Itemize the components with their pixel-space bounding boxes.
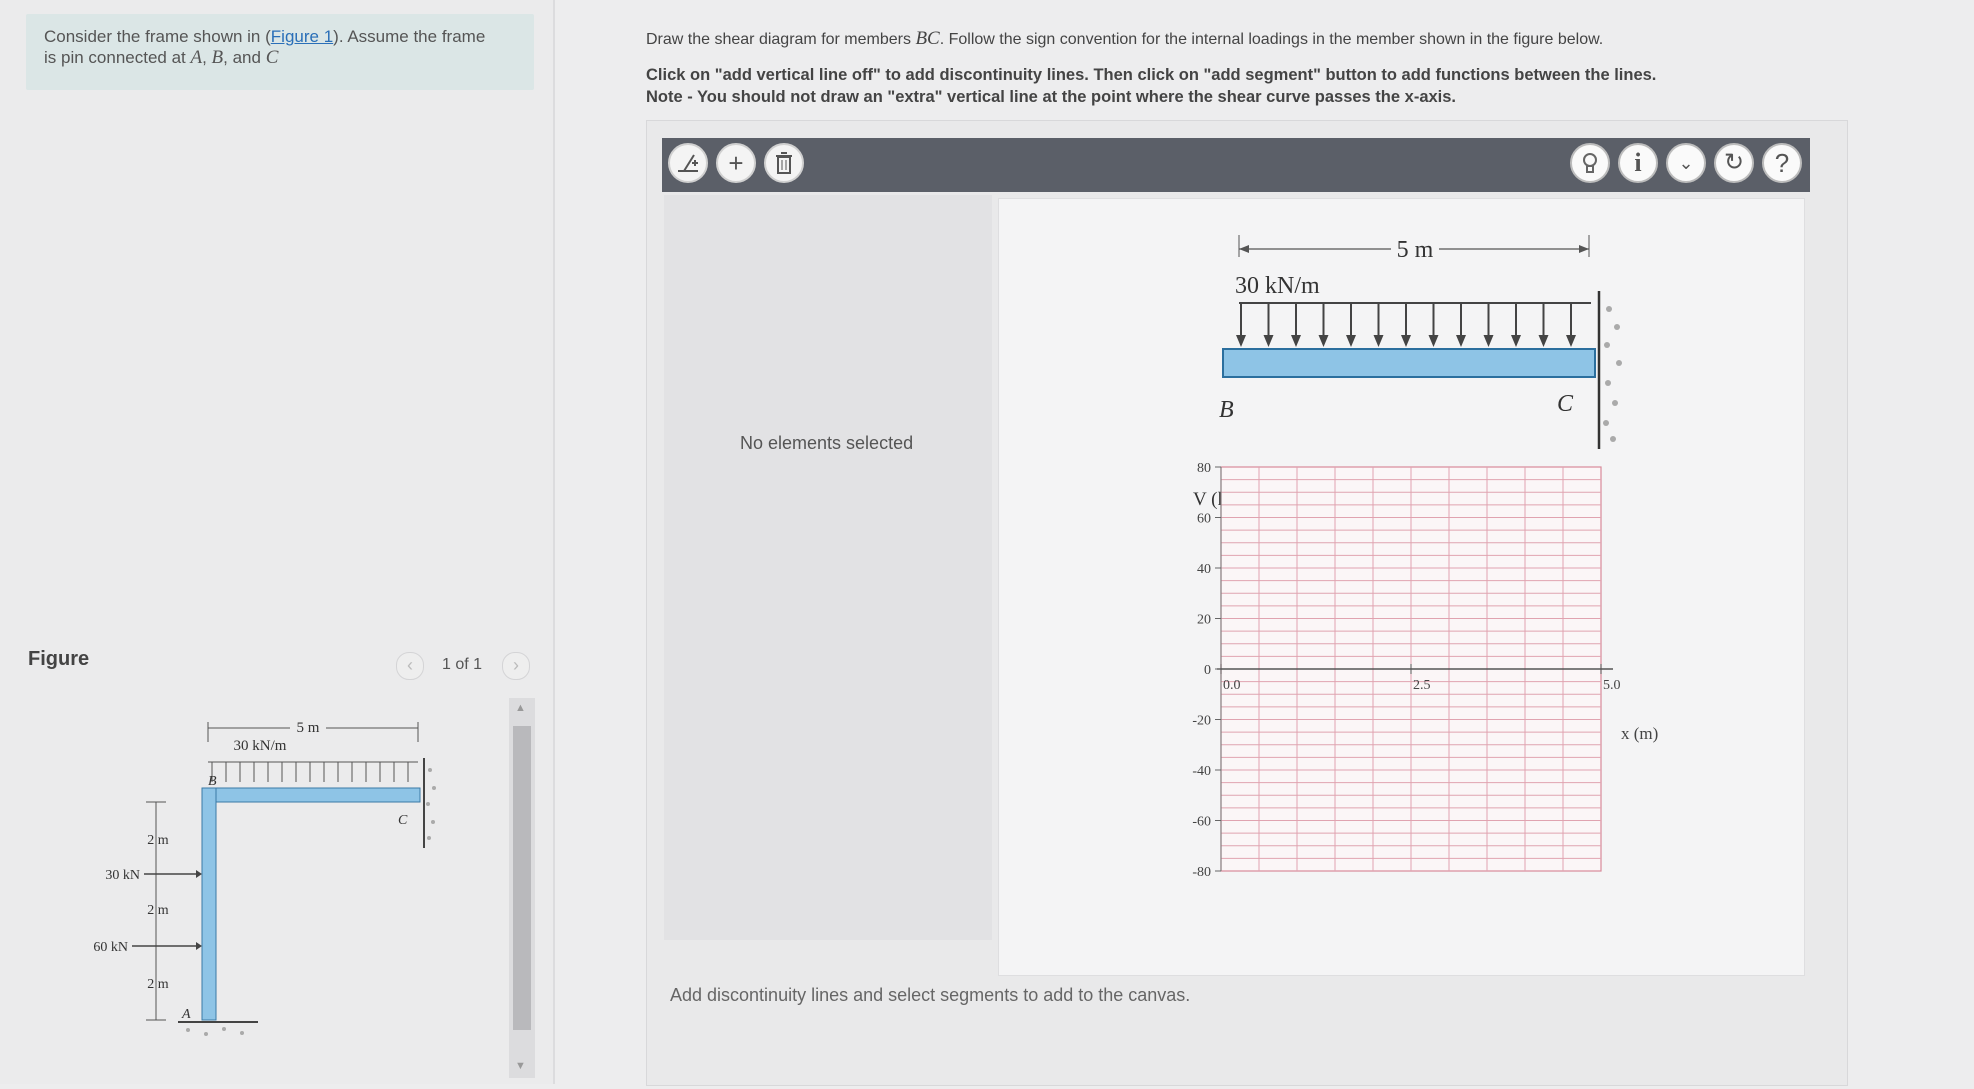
- y-tick-label: -60: [1192, 815, 1211, 830]
- load-arrow: [1511, 303, 1521, 347]
- drawing-canvas[interactable]: 5 m 30 kN/m B C V (kN) x (m) 80 60 40 20 0 -2…: [998, 198, 1805, 976]
- x-tick-label: 5.0: [1603, 678, 1621, 693]
- beam-load-arrows: [1236, 303, 1576, 347]
- load-arrow: [1483, 303, 1494, 347]
- y-tick-label: 60: [1197, 512, 1211, 527]
- load-arrow: [1291, 303, 1301, 347]
- chevron-left-icon[interactable]: ‹: [396, 652, 424, 680]
- figure-seg3: 2 m: [147, 977, 169, 992]
- instruction-line-3: Note - You should not draw an "extra" ve…: [646, 88, 1457, 106]
- problem-text-prefix: Consider the frame shown in (: [44, 27, 271, 46]
- scroll-thumb[interactable]: [513, 726, 531, 1030]
- y-tick-label: 20: [1197, 613, 1211, 628]
- load-arrow: [1428, 303, 1439, 347]
- figure-node-b: B: [208, 774, 217, 789]
- load-arrow: [1346, 303, 1356, 347]
- problem-text-suffix-a: ). Assume the frame: [333, 27, 486, 46]
- y-tick-label: -40: [1192, 764, 1211, 779]
- tool-toolbar: + i ⌄ ↻ ?: [662, 138, 1810, 192]
- figure-node-c: C: [398, 813, 408, 828]
- pin-b-label: B: [211, 47, 224, 68]
- y-tick-label: -80: [1192, 865, 1211, 880]
- load-arrow: [1373, 303, 1384, 347]
- problem-panel: Consider the frame shown in (Figure 1). …: [0, 0, 555, 1084]
- y-tick-label: -20: [1192, 714, 1211, 729]
- figure-seg2: 2 m: [147, 903, 169, 918]
- delete-icon[interactable]: [764, 143, 804, 183]
- hint-lightbulb-icon[interactable]: [1570, 143, 1610, 183]
- chevron-right-icon[interactable]: ›: [502, 652, 530, 680]
- problem-text-suffix-b: is pin connected at: [44, 48, 191, 67]
- load-arrow: [1538, 303, 1549, 347]
- add-vertical-line-icon[interactable]: [668, 143, 708, 183]
- figure-force1: 30 kN: [105, 868, 140, 883]
- y-tick-label: 80: [1197, 461, 1211, 476]
- figure-seg1: 2 m: [147, 833, 169, 848]
- figure-link[interactable]: Figure 1: [271, 27, 333, 46]
- load-arrow: [1566, 303, 1576, 347]
- x-tick-label: 0.0: [1223, 678, 1241, 693]
- beam-span-label: 5 m: [1397, 237, 1434, 263]
- figure-pager: ‹ 1 of 1 ›: [396, 652, 536, 680]
- instruction-suffix: . Follow the sign convention for the int…: [939, 31, 1604, 48]
- figure-span-label: 5 m: [297, 720, 320, 736]
- help-icon[interactable]: ?: [1762, 143, 1802, 183]
- problem-and: , and: [223, 48, 266, 67]
- scroll-down-icon[interactable]: ▼: [515, 1060, 526, 1072]
- scroll-up-icon[interactable]: ▲: [515, 702, 526, 714]
- beam-load-label: 30 kN/m: [1235, 273, 1320, 299]
- problem-statement-box: Consider the frame shown in (Figure 1). …: [26, 14, 534, 90]
- x-tick-label: 2.5: [1413, 678, 1431, 693]
- properties-panel: No elements selected: [664, 195, 992, 940]
- y-tick-label: 40: [1197, 562, 1211, 577]
- beam-node-b: B: [1219, 397, 1234, 423]
- reset-icon[interactable]: ↻: [1714, 143, 1754, 183]
- figure-distributed-load: [208, 761, 418, 782]
- pager-text: 1 of 1: [442, 656, 483, 673]
- graph-y-ticks: 80 60 40 20 0 -20 -40 -60 -80: [1192, 461, 1221, 880]
- load-arrow: [1236, 303, 1246, 347]
- figure-load-label: 30 kN/m: [234, 738, 287, 754]
- pin-c-label: C: [265, 47, 279, 68]
- problem-statement: Consider the frame shown in (Figure 1). …: [44, 26, 522, 68]
- no-selection-text: No elements selected: [740, 433, 914, 453]
- beam-node-c: C: [1557, 391, 1574, 417]
- beam-and-graph: 5 m 30 kN/m B C V (kN) x (m) 806040200-2…: [1192, 235, 1658, 880]
- load-arrow: [1456, 303, 1466, 347]
- problem-comma: ,: [202, 48, 212, 67]
- figure-node-a: A: [181, 1007, 191, 1022]
- load-arrow: [1263, 303, 1274, 347]
- figure-1-image: 5 m 30 kN/m B C A 2 m 2 m 2 m 30 kN 60 k…: [28, 692, 536, 1084]
- instruction-block: Click on "add vertical line off" to add …: [646, 64, 1906, 108]
- dropdown-icon[interactable]: ⌄: [1666, 143, 1706, 183]
- y-tick-label: 0: [1204, 663, 1211, 678]
- frame-figure: 5 m 30 kN/m B C A 2 m 2 m 2 m 30 kN 60 k…: [93, 719, 436, 1036]
- member-label: BC: [915, 28, 940, 49]
- add-segment-icon[interactable]: +: [716, 143, 756, 183]
- load-arrow: [1318, 303, 1329, 347]
- instruction-line-1: Draw the shear diagram for members BC. F…: [646, 28, 1846, 50]
- load-arrow: [1401, 303, 1411, 347]
- canvas-hint: Add discontinuity lines and select segme…: [670, 985, 1191, 1005]
- figure-force2: 60 kN: [93, 940, 128, 955]
- info-icon[interactable]: i: [1618, 143, 1658, 183]
- instruction-prefix: Draw the shear diagram for members: [646, 31, 916, 48]
- wall-hatch: [1603, 306, 1622, 442]
- instruction-line-2: Click on "add vertical line off" to add …: [646, 66, 1657, 84]
- graph-grid[interactable]: [1217, 466, 1613, 872]
- figure-heading: Figure: [28, 648, 90, 670]
- figure-scrollbar[interactable]: ▲ ▼: [509, 698, 535, 1078]
- graph-x-label: x (m): [1621, 724, 1658, 743]
- pin-a-label: A: [190, 47, 203, 68]
